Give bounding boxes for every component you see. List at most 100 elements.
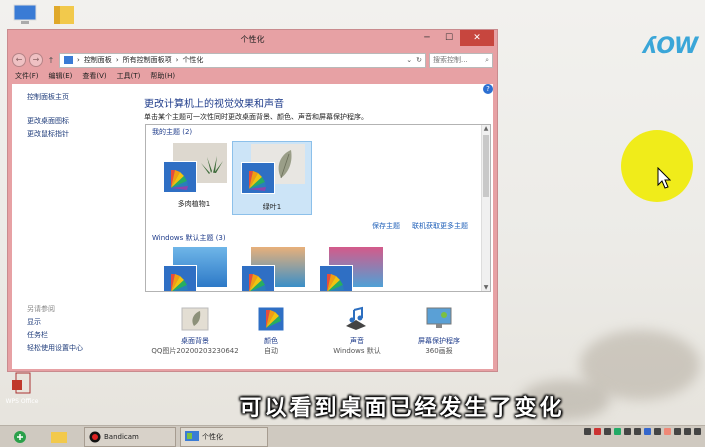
- link-control-panel-home[interactable]: 控制面板主页: [27, 92, 69, 102]
- video-subtitle: 可以看到桌面已经发生了变化: [239, 396, 565, 421]
- wps-icon-label: WPS Office: [5, 398, 39, 405]
- tray-icon[interactable]: [654, 428, 661, 435]
- address-dropdown-icon[interactable]: ⌄: [406, 56, 412, 64]
- theme-list-scrollbar[interactable]: ▲ ▼: [481, 125, 490, 291]
- breadcrumb-personalization[interactable]: 个性化: [182, 55, 203, 65]
- personalization-icon: [185, 431, 199, 441]
- breadcrumb-all-items[interactable]: 所有控制面板项: [123, 55, 172, 65]
- app-logo: ʎOW: [643, 34, 698, 59]
- tray-icon[interactable]: [694, 428, 701, 435]
- see-also-section: 另请参阅 显示 任务栏 轻松使用设置中心: [27, 304, 83, 356]
- window-content: ? 控制面板主页 更改桌面图标 更改鼠标指针 另请参阅 显示 任务栏 轻松使用设…: [12, 84, 493, 369]
- taskbar-item-label: 个性化: [202, 432, 223, 441]
- color-fan-icon: [241, 265, 275, 291]
- theme-name: 绿叶1: [262, 203, 282, 211]
- tray-icon[interactable]: [604, 428, 611, 435]
- sound-label: 声音: [350, 337, 364, 345]
- save-theme-link[interactable]: 保存主题: [372, 221, 400, 231]
- color-fan-icon: [319, 265, 353, 291]
- screensaver-label: 屏幕保护程序: [418, 337, 460, 345]
- color-value: 自动: [264, 347, 278, 355]
- bandicam-icon: [89, 431, 101, 442]
- search-placeholder: 搜索控制...: [433, 56, 468, 64]
- menu-file[interactable]: 文件(F): [15, 71, 39, 83]
- tray-icon[interactable]: [634, 428, 641, 435]
- my-themes-label: 我的主题 (2): [152, 128, 193, 136]
- cursor-highlight: [621, 130, 693, 202]
- scroll-down-icon[interactable]: ▼: [482, 284, 490, 291]
- search-input[interactable]: 搜索控制... ⌕: [429, 52, 493, 68]
- color-icon: [257, 306, 285, 332]
- theme-item-windows[interactable]: [156, 247, 232, 291]
- menu-edit[interactable]: 编辑(E): [49, 71, 73, 83]
- theme-item-flowers[interactable]: [312, 247, 388, 291]
- forward-button[interactable]: →: [29, 53, 43, 67]
- help-icon[interactable]: ?: [483, 84, 493, 94]
- sound-setting[interactable]: 声音 Windows 默认: [312, 306, 402, 356]
- address-bar[interactable]: › 控制面板 › 所有控制面板项 › 个性化 ⌄ ↻: [59, 52, 426, 68]
- theme-name: 多肉植物1: [177, 200, 211, 208]
- theme-list: 我的主题 (2) 多肉植物1 绿叶1 保存主题 联机获取更多主题 Windows…: [145, 124, 491, 292]
- tray-icon[interactable]: [614, 428, 621, 435]
- color-fan-icon: [163, 265, 197, 291]
- desktop-icon-folder[interactable]: [44, 3, 84, 29]
- start-button[interactable]: [0, 427, 40, 447]
- minimize-button[interactable]: ─: [416, 30, 438, 46]
- control-panel-icon: [64, 56, 73, 64]
- left-nav: 控制面板主页 更改桌面图标 更改鼠标指针: [27, 92, 69, 142]
- color-fan-icon: [241, 162, 275, 194]
- theme-item-lines[interactable]: [234, 247, 310, 291]
- window-title-bar[interactable]: 个性化 ─ ☐ ✕: [8, 30, 497, 50]
- desktop-background-icon: [181, 307, 209, 331]
- color-setting[interactable]: 颜色 自动: [226, 306, 316, 356]
- breadcrumb-control-panel[interactable]: 控制面板: [84, 55, 112, 65]
- screensaver-value: 360画报: [425, 347, 453, 355]
- scroll-thumb[interactable]: [483, 135, 489, 197]
- tray-icon[interactable]: [664, 428, 671, 435]
- taskbar-item-personalization[interactable]: 个性化: [180, 426, 268, 447]
- color-label: 颜色: [264, 337, 278, 345]
- scroll-up-icon[interactable]: ▲: [482, 125, 490, 132]
- search-icon: ⌕: [485, 55, 489, 64]
- default-themes-label: Windows 默认主题 (3): [152, 234, 226, 242]
- desktop-icon-computer[interactable]: [5, 3, 45, 29]
- menu-help[interactable]: 帮助(H): [150, 71, 175, 83]
- tray-icon[interactable]: [624, 428, 631, 435]
- screensaver-icon: [426, 307, 452, 328]
- link-taskbar[interactable]: 任务栏: [27, 330, 83, 340]
- tray-icon[interactable]: [594, 428, 601, 435]
- tray-icon[interactable]: [644, 428, 651, 435]
- tray-icon[interactable]: [684, 428, 691, 435]
- tray-icon[interactable]: [584, 428, 591, 435]
- see-also-heading: 另请参阅: [27, 305, 55, 313]
- maximize-button[interactable]: ☐: [438, 30, 460, 46]
- taskbar-item-bandicam[interactable]: Bandicam: [84, 426, 176, 447]
- start-icon: [14, 430, 26, 443]
- get-more-themes-link[interactable]: 联机获取更多主题: [412, 221, 468, 231]
- mouse-cursor-icon: [657, 167, 671, 189]
- close-button[interactable]: ✕: [460, 30, 494, 46]
- refresh-icon[interactable]: ↻: [416, 56, 425, 64]
- folder-icon: [54, 6, 74, 24]
- tray-icon[interactable]: [674, 428, 681, 435]
- folder-icon: [51, 431, 67, 443]
- taskbar-item-label: Bandicam: [104, 432, 139, 441]
- sound-value: Windows 默认: [333, 347, 381, 355]
- desktop-icon-wps[interactable]: WPS Office: [2, 372, 42, 405]
- theme-item-succulent[interactable]: 多肉植物1: [156, 143, 232, 208]
- personalization-window: 个性化 ─ ☐ ✕ ← → ↑ › 控制面板 › 所有控制面板项 › 个性化 ⌄…: [7, 29, 498, 372]
- back-button[interactable]: ←: [12, 53, 26, 67]
- menu-view[interactable]: 查看(V): [82, 71, 106, 83]
- up-button[interactable]: ↑: [46, 56, 56, 65]
- menu-bar: 文件(F) 编辑(E) 查看(V) 工具(T) 帮助(H): [12, 71, 175, 83]
- link-ease-of-access[interactable]: 轻松使用设置中心: [27, 343, 83, 353]
- screensaver-setting[interactable]: 屏幕保护程序 360画报: [394, 306, 484, 356]
- link-display[interactable]: 显示: [27, 317, 83, 327]
- color-fan-icon: [163, 161, 197, 193]
- theme-item-green-leaf[interactable]: 绿叶1: [232, 141, 312, 215]
- link-change-mouse-pointer[interactable]: 更改鼠标指针: [27, 129, 69, 139]
- taskbar-explorer[interactable]: [40, 427, 78, 447]
- page-title: 更改计算机上的视觉效果和声音: [144, 99, 284, 110]
- menu-tools[interactable]: 工具(T): [117, 71, 141, 83]
- link-change-desktop-icons[interactable]: 更改桌面图标: [27, 116, 69, 126]
